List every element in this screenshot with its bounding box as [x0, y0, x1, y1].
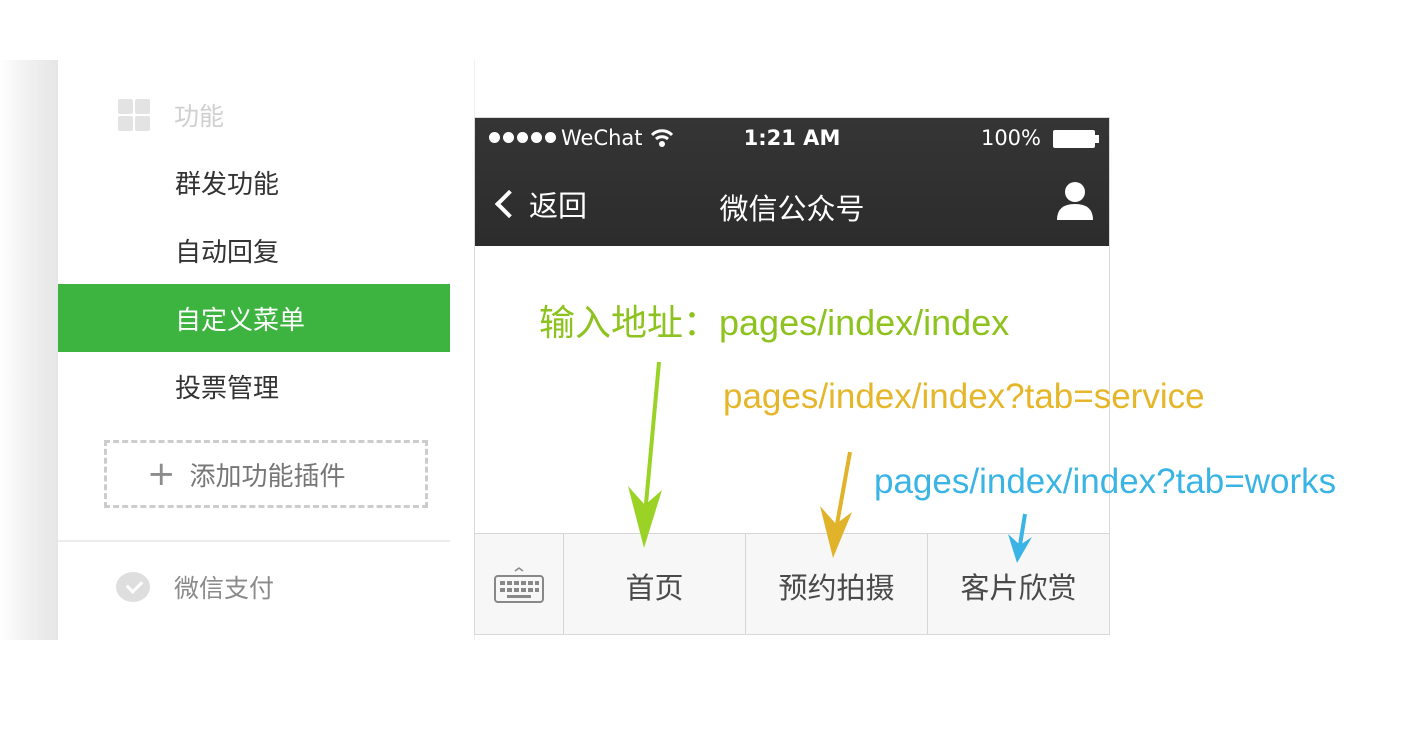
sidebar-item-vote-management[interactable]: 投票管理	[58, 352, 450, 420]
sidebar-divider	[58, 540, 450, 542]
phone-top-bar: WeChat 1:21 AM 100% 返回 微信公众号	[475, 118, 1109, 246]
keyboard-icon	[494, 566, 544, 603]
add-plugin-button[interactable]: + 添加功能插件	[104, 440, 428, 508]
battery-icon	[1053, 130, 1099, 148]
sidebar-item-auto-reply[interactable]: 自动回复	[58, 216, 450, 284]
annotation-booking-path: pages/index/index?tab=service	[723, 377, 1205, 416]
menu-item-gallery[interactable]: 客片欣赏	[928, 534, 1109, 634]
wechat-pay-icon	[116, 572, 150, 602]
sidebar-section-header: 功能	[118, 96, 224, 134]
sidebar-section-title: 功能	[174, 102, 225, 131]
annotation-home-path: 输入地址：pages/index/index	[539, 302, 1010, 343]
phone-preview: WeChat 1:21 AM 100% 返回 微信公众号 首页 预约拍摄 客片欣…	[474, 117, 1110, 635]
menu-item-booking[interactable]: 预约拍摄	[746, 534, 928, 634]
keyboard-toggle-button[interactable]	[475, 534, 564, 634]
add-plugin-label: 添加功能插件	[189, 461, 346, 492]
battery-percent: 100%	[980, 126, 1041, 150]
grid-icon	[118, 99, 150, 131]
page-title: 微信公众号	[719, 192, 865, 226]
menu-item-home[interactable]: 首页	[564, 534, 746, 634]
sidebar-shadow	[0, 60, 58, 640]
annotation-gallery-path: pages/index/index?tab=works	[874, 462, 1337, 501]
plus-icon: +	[147, 454, 176, 494]
profile-icon[interactable]	[1055, 180, 1095, 222]
sidebar-item-wechat-pay[interactable]: 微信支付	[116, 565, 274, 609]
wechat-pay-label: 微信支付	[174, 574, 275, 603]
custom-menu-bar: 首页 预约拍摄 客片欣赏	[475, 533, 1109, 634]
status-bar: WeChat 1:21 AM 100%	[475, 118, 1109, 162]
sidebar-item-custom-menu[interactable]: 自定义菜单	[58, 284, 450, 352]
sidebar: 功能 群发功能 自动回复 自定义菜单 投票管理 + 添加功能插件 微信支付	[58, 60, 475, 640]
sidebar-item-broadcast[interactable]: 群发功能	[58, 148, 450, 216]
